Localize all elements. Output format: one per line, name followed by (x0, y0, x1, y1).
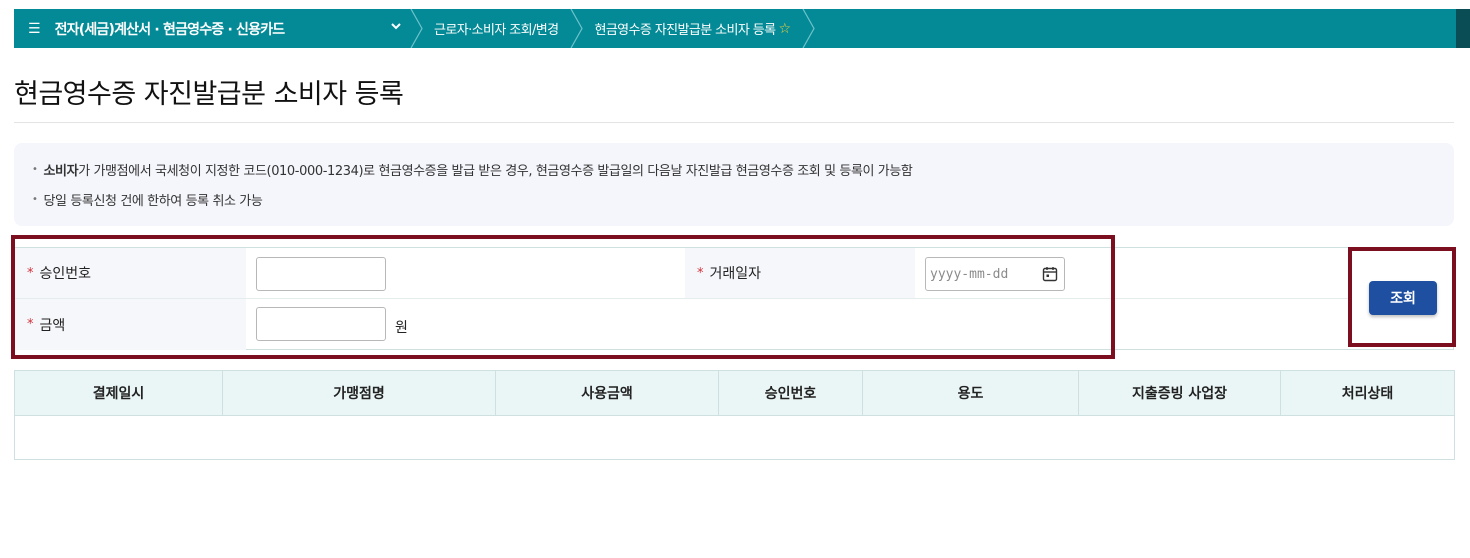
column-header: 사용금액 (495, 370, 719, 416)
breadcrumb-right-edge (1456, 9, 1470, 48)
table-header-row: 결제일시 가맹점명 사용금액 승인번호 용도 지출증빙 사업장 처리상태 (14, 370, 1455, 416)
empty-table-row (14, 415, 1455, 460)
breadcrumb-separator-icon (802, 9, 816, 48)
chevron-down-icon[interactable] (390, 20, 402, 35)
breadcrumb-separator-icon (410, 9, 424, 48)
column-header: 결제일시 (14, 370, 223, 416)
page-title: 현금영수증 자진발급분 소비자 등록 (14, 79, 404, 110)
highlight-frame-form (11, 235, 1115, 359)
breadcrumb: ☰ 전자(세금)계산서 · 현금영수증 · 신용카드 근로자·소비자 조회/변경… (14, 9, 1470, 48)
empty-cell (14, 415, 1455, 460)
hamburger-icon[interactable]: ☰ (28, 21, 41, 37)
notice-line-2: • 당일 등록신청 건에 한하여 등록 취소 가능 (32, 190, 1454, 209)
breadcrumb-item-consumer[interactable]: 근로자·소비자 조회/변경 (424, 9, 570, 48)
notice-line-2-text: 당일 등록신청 건에 한하여 등록 취소 가능 (43, 194, 263, 209)
breadcrumb-current-label: 현금영수증 자진발급분 소비자 등록 (594, 23, 776, 38)
notice-box: • 소비자 가 가맹점에서 국세청이 지정한 코드(010-000-1234)로… (14, 143, 1454, 226)
column-header: 가맹점명 (222, 370, 496, 416)
column-header: 승인번호 (718, 370, 863, 416)
results-table: 결제일시 가맹점명 사용금액 승인번호 용도 지출증빙 사업장 처리상태 (14, 370, 1455, 460)
bullet-icon: • (32, 194, 38, 205)
column-header: 지출증빙 사업장 (1078, 370, 1281, 416)
notice-bold-term: 소비자 (43, 164, 79, 179)
breadcrumb-separator-icon (570, 9, 584, 48)
breadcrumb-item-current: 현금영수증 자진발급분 소비자 등록 ☆ (584, 9, 802, 48)
bullet-icon: • (32, 164, 38, 175)
favorite-star-icon[interactable]: ☆ (778, 21, 791, 37)
title-divider (14, 122, 1454, 123)
column-header: 처리상태 (1280, 370, 1455, 416)
notice-line-1-text: 가 가맹점에서 국세청이 지정한 코드(010-000-1234)로 현금영수증… (78, 164, 913, 179)
highlight-frame-button (1348, 247, 1456, 347)
menu-dropdown[interactable]: ☰ 전자(세금)계산서 · 현금영수증 · 신용카드 (14, 9, 410, 48)
column-header: 용도 (862, 370, 1079, 416)
notice-line-1: • 소비자 가 가맹점에서 국세청이 지정한 코드(010-000-1234)로… (32, 160, 1454, 179)
menu-label: 전자(세금)계산서 · 현금영수증 · 신용카드 (54, 21, 286, 38)
